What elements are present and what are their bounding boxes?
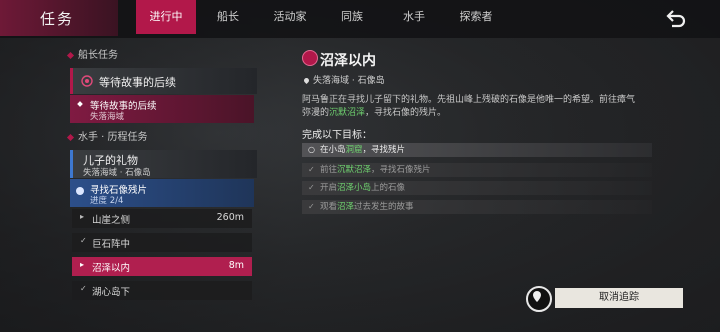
objective-text: ，寻找石像残片	[371, 165, 431, 175]
waypoint-label: 山崖之侧	[92, 215, 131, 226]
tab-bar: 进行中 船长 活动家 同族 水手 探索者	[136, 0, 508, 36]
top-bar: 任务 进行中 船长 活动家 同族 水手 探索者	[0, 0, 720, 38]
captain-subquest-location: 失落海域	[90, 112, 125, 122]
objective-current-icon: ○	[308, 145, 315, 154]
diamond-icon	[66, 133, 75, 141]
tab-clan[interactable]: 同族	[322, 0, 382, 34]
objective-highlight: 洞窟	[345, 145, 363, 155]
objective-highlight: 沼泽小岛	[337, 183, 372, 193]
waypoint-label: 巨石阵中	[92, 239, 131, 250]
objective-text: 过去发生的故事	[354, 202, 414, 212]
bullet-icon	[77, 101, 83, 107]
tab-activist[interactable]: 活动家	[260, 0, 320, 34]
desc-highlight: 沉默沼泽	[329, 108, 366, 118]
quest-description: 阿马鲁正在寻找儿子留下的礼物。先祖山峰上残破的石像是他唯一的希望。前往瘴气 弥漫…	[302, 94, 652, 120]
tracking-pin-icon[interactable]	[526, 286, 552, 312]
waypoint-label: 湖心岛下	[92, 287, 131, 298]
section-label: 水手 · 历程任务	[78, 132, 148, 143]
location-pin-icon	[302, 76, 311, 85]
tab-in-progress[interactable]: 进行中	[136, 0, 196, 34]
objectives-heading: 完成以下目标：	[302, 130, 372, 141]
diamond-icon	[66, 51, 75, 59]
waypoint-distance: 8m	[228, 260, 244, 271]
sailor-subquest-progress: 进度 2/4	[90, 196, 124, 206]
captain-subquest-card[interactable]: 等待故事的后续 失落海域	[70, 95, 254, 123]
captain-quest-title: 等待故事的后续	[99, 76, 176, 89]
waypoint-row-selected[interactable]: ▸ 沼泽以内 8m	[72, 257, 252, 276]
quest-type-icon	[302, 50, 318, 66]
desc-line-1: 阿马鲁正在寻找儿子留下的礼物。先祖山峰上残破的石像是他唯一的希望。前往瘴气	[302, 95, 636, 105]
desc-text: ，寻找石像的残片。	[365, 108, 447, 118]
objective-text: ，寻找残片	[362, 145, 406, 155]
waypoint-row[interactable]: ▸ 山崖之侧 260m	[72, 209, 252, 228]
captain-quest-card[interactable]: 等待故事的后续	[70, 68, 257, 94]
waypoint-row[interactable]: ✓ 巨石阵中	[72, 233, 252, 252]
waypoint-distance: 260m	[216, 212, 244, 223]
section-label: 船长任务	[78, 50, 118, 61]
objective-text: 上的石像	[371, 183, 406, 193]
check-icon: ✓	[80, 284, 87, 293]
tab-sailor[interactable]: 水手	[384, 0, 444, 34]
objective-highlight: 沼泽	[337, 202, 355, 212]
objective-text: 在小岛	[320, 145, 346, 155]
check-icon: ✓	[308, 165, 315, 174]
progress-dot-icon	[76, 187, 84, 195]
check-icon: ✓	[80, 236, 87, 245]
objective-row: ✓ 前往沉默沼泽，寻找石像残片	[302, 163, 652, 177]
back-icon[interactable]	[664, 6, 688, 30]
tab-explorer[interactable]: 探索者	[446, 0, 506, 34]
objective-row: ✓ 开启沼泽小岛上的石像	[302, 181, 652, 195]
location-text: 失落海域 · 石像岛	[313, 76, 385, 86]
sailor-quest-card[interactable]: 儿子的礼物 失落海域 · 石像岛	[70, 150, 257, 178]
quest-detail-title: 沼泽以内	[320, 53, 376, 69]
pin-glyph-icon	[533, 291, 541, 302]
waypoint-label: 沼泽以内	[92, 263, 131, 274]
cancel-tracking-button[interactable]: 取消追踪	[555, 288, 683, 308]
row-marker-icon: ▸	[80, 212, 85, 221]
tab-captain[interactable]: 船长	[198, 0, 258, 34]
waypoint-row[interactable]: ✓ 湖心岛下	[72, 281, 252, 300]
page-title: 任务	[40, 10, 75, 28]
desc-text: 弥漫的	[302, 108, 330, 118]
objective-row: ✓ 观看沼泽过去发生的故事	[302, 200, 652, 214]
objective-text: 前往	[320, 165, 338, 175]
section-sailor-quests: 水手 · 历程任务	[66, 128, 148, 143]
check-icon: ✓	[308, 202, 315, 211]
section-captain-quests: 船长任务	[66, 46, 118, 61]
sailor-subquest-card[interactable]: 寻找石像残片 进度 2/4	[70, 179, 254, 207]
quest-emblem-icon	[81, 75, 93, 87]
objective-highlight: 沉默沼泽	[337, 165, 372, 175]
objective-text: 观看	[320, 202, 338, 212]
row-marker-icon: ▸	[80, 260, 85, 269]
sailor-quest-location: 失落海域 · 石像岛	[83, 168, 151, 178]
title-block: 任务	[0, 0, 118, 36]
quest-location: 失落海域 · 石像岛	[302, 73, 385, 86]
check-icon: ✓	[308, 183, 315, 192]
objective-row: ○ 在小岛洞窟，寻找残片	[302, 143, 652, 157]
objective-text: 开启	[320, 183, 338, 193]
